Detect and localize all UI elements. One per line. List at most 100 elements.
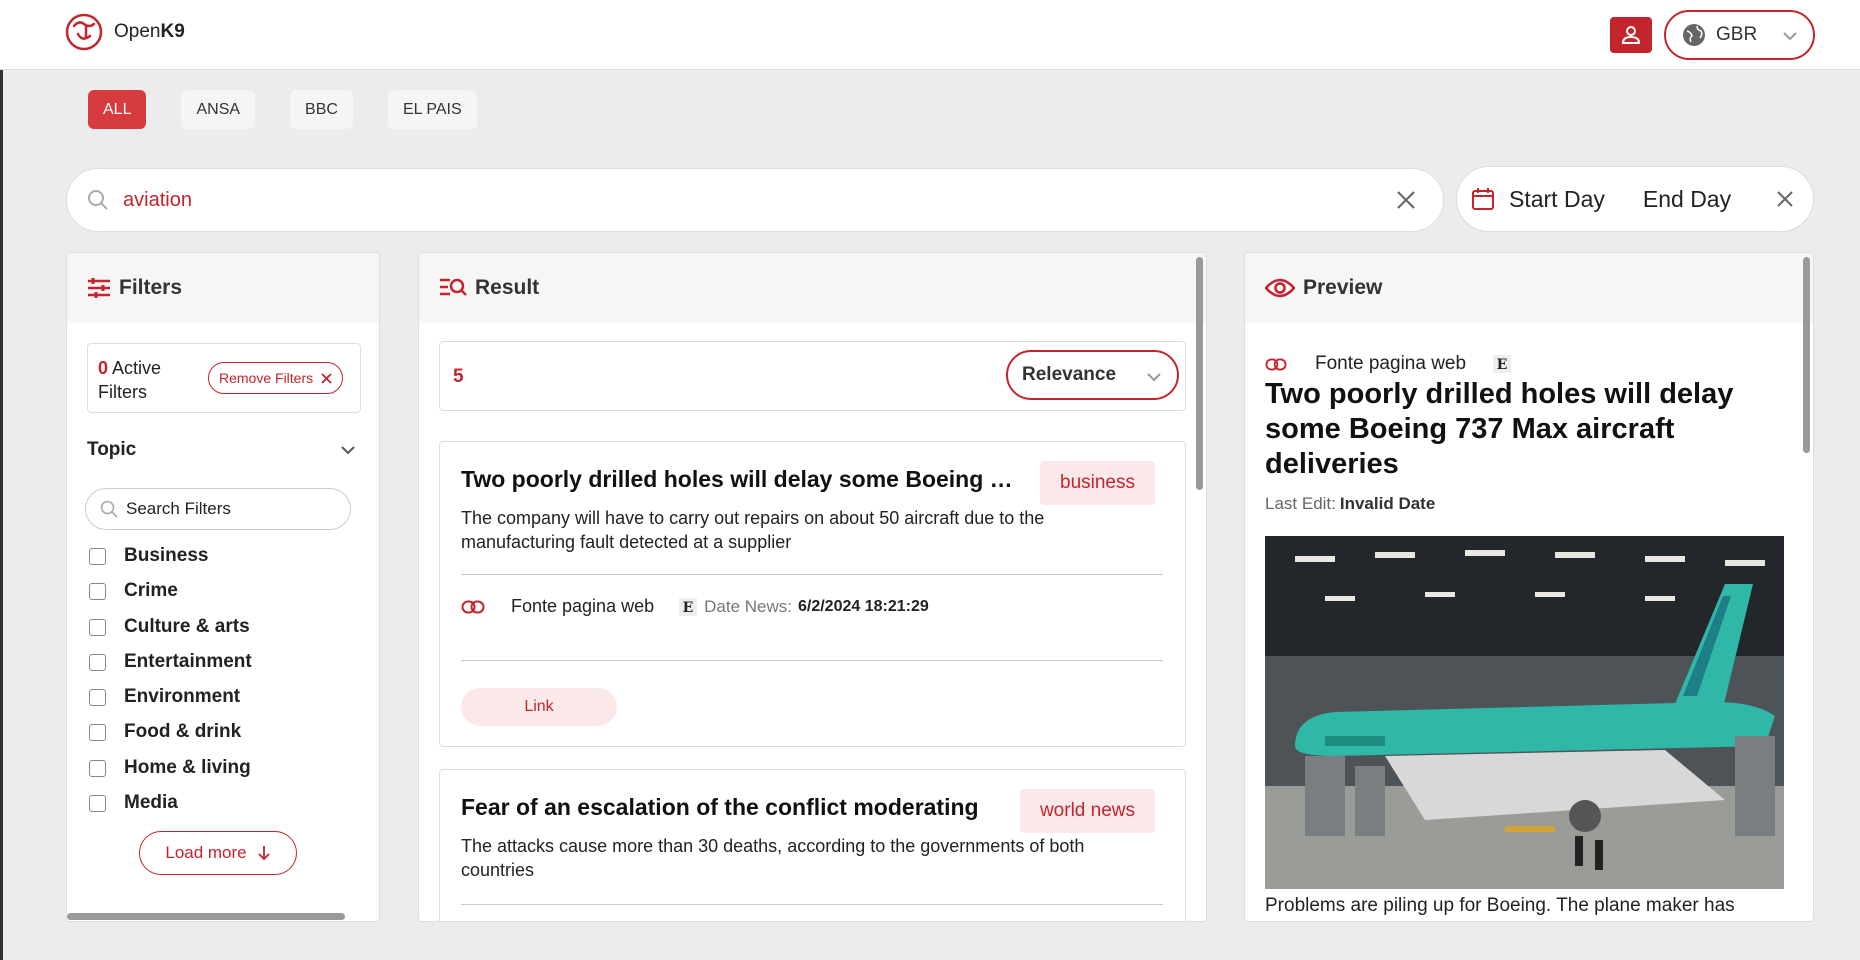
- source-logo-icon: E: [679, 597, 698, 616]
- divider: [461, 904, 1163, 905]
- source-tabs: ALL ANSA BBC EL PAIS: [88, 90, 477, 129]
- checkbox[interactable]: [89, 759, 106, 777]
- user-button[interactable]: [1610, 17, 1652, 53]
- link-icon: [1265, 358, 1287, 370]
- result-count: 5: [453, 366, 464, 387]
- clear-search-icon[interactable]: [1395, 189, 1417, 211]
- aircraft-hangar-image: [1265, 536, 1784, 889]
- checkbox[interactable]: [89, 653, 106, 671]
- checkbox[interactable]: [89, 548, 106, 565]
- card-description: The company will have to carry out repai…: [461, 508, 1045, 552]
- sort-select[interactable]: Relevance: [1006, 350, 1179, 400]
- filters-panel: Filters 0 Active Filters Remove Filters …: [66, 252, 380, 922]
- result-header: Result: [419, 253, 1206, 323]
- topic-item-environment[interactable]: Environment: [89, 686, 252, 721]
- tab-bbc[interactable]: BBC: [290, 90, 353, 129]
- card-title[interactable]: Fear of an escalation of the conflict mo…: [461, 794, 989, 821]
- checkbox[interactable]: [89, 724, 106, 742]
- topic-item-home-living[interactable]: Home & living: [89, 757, 252, 792]
- topic-accordion-header[interactable]: Topic: [87, 439, 357, 461]
- filters-header: Filters: [67, 253, 379, 323]
- result-scrollbar[interactable]: [1196, 257, 1203, 490]
- remove-filters-button[interactable]: Remove Filters: [208, 362, 344, 394]
- topic-item-business[interactable]: Business: [89, 545, 252, 580]
- arrow-down-icon: [258, 846, 270, 861]
- close-icon: [321, 372, 332, 384]
- window-edge: [0, 0, 3, 960]
- language-value: GBR: [1716, 24, 1758, 45]
- result-title: Result: [475, 276, 540, 299]
- preview-source-row: Fonte pagina web E: [1265, 353, 1512, 375]
- topic-title: Topic: [87, 439, 137, 460]
- preview-panel: Preview Fonte pagina web E Two poorly dr…: [1244, 252, 1814, 922]
- filter-search-input[interactable]: [126, 499, 326, 519]
- chevron-down-icon: [1147, 373, 1161, 382]
- tab-all[interactable]: ALL: [88, 90, 147, 129]
- search-icon: [88, 190, 108, 210]
- preview-source: Fonte pagina web: [1315, 353, 1467, 374]
- link-icon: [461, 600, 485, 613]
- topic-item-culture-arts[interactable]: Culture & arts: [89, 616, 252, 651]
- preview-description: Problems are piling up for Boeing. The p…: [1265, 895, 1735, 916]
- globe-icon: [1683, 24, 1705, 46]
- card-topic-tag: world news: [1019, 789, 1155, 833]
- svg-text:E: E: [683, 600, 694, 616]
- card-meta: Fonte pagina web E Date News: 6/2/2024 1…: [461, 596, 929, 617]
- date-label: Date News:: [704, 596, 792, 616]
- topic-item-food-drink[interactable]: Food & drink: [89, 721, 252, 756]
- language-select[interactable]: GBR: [1664, 10, 1815, 60]
- search-bar: [66, 168, 1444, 232]
- filter-search-field: [85, 488, 351, 530]
- link-button[interactable]: Link: [461, 688, 617, 726]
- active-filters-box: 0 Active Filters Remove Filters: [87, 343, 361, 413]
- start-day-field[interactable]: Start Day: [1509, 186, 1605, 213]
- date-value: 6/2/2024 18:21:29: [797, 597, 929, 615]
- tab-el-pais[interactable]: EL PAIS: [387, 90, 477, 129]
- tab-ansa[interactable]: ANSA: [181, 90, 256, 129]
- filters-title: Filters: [119, 276, 183, 299]
- divider: [461, 660, 1163, 661]
- sliders-icon: [88, 278, 110, 298]
- preview-header: Preview: [1245, 253, 1813, 323]
- topic-item-entertainment[interactable]: Entertainment: [89, 651, 252, 686]
- active-filters-text: 0 Active Filters: [98, 358, 162, 402]
- dog-logo-icon: [65, 13, 103, 51]
- result-card[interactable]: Fear of an escalation of the conflict mo…: [439, 769, 1186, 921]
- card-description: The attacks cause more than 30 deaths, a…: [461, 836, 1085, 880]
- logo[interactable]: OpenK9: [64, 12, 185, 52]
- source-logo-icon: E: [1493, 355, 1512, 373]
- horizontal-scrollbar[interactable]: [67, 913, 345, 920]
- divider: [461, 574, 1163, 575]
- date-range-picker: Start Day End Day: [1456, 166, 1814, 232]
- card-title[interactable]: Two poorly drilled holes will delay some…: [461, 466, 1021, 493]
- search-input[interactable]: [123, 188, 1303, 212]
- preview-image: [1265, 536, 1784, 889]
- checkbox[interactable]: [89, 583, 106, 601]
- card-topic-tag: business: [1040, 461, 1155, 505]
- preview-scrollbar[interactable]: [1803, 257, 1810, 453]
- end-day-field[interactable]: End Day: [1643, 186, 1731, 213]
- clear-date-icon[interactable]: [1775, 189, 1795, 209]
- calendar-icon: [1472, 188, 1494, 210]
- topic-list: Business Crime Culture & arts Entertainm…: [89, 545, 252, 827]
- chevron-down-icon: [1783, 32, 1797, 41]
- search-icon: [100, 500, 118, 518]
- card-source: Fonte pagina web: [511, 596, 655, 616]
- checkbox[interactable]: [89, 689, 106, 707]
- preview-article-title: Two poorly drilled holes will delay some…: [1265, 378, 1734, 480]
- preview-title: Preview: [1303, 276, 1383, 299]
- eye-icon: [1265, 278, 1295, 298]
- checkbox[interactable]: [89, 618, 106, 636]
- result-card[interactable]: Two poorly drilled holes will delay some…: [439, 441, 1186, 747]
- user-icon: [1621, 26, 1641, 44]
- topic-item-media[interactable]: Media: [89, 792, 252, 827]
- svg-text:E: E: [1497, 357, 1508, 373]
- checkbox[interactable]: [89, 795, 106, 813]
- logo-text: OpenK9: [114, 21, 185, 42]
- topic-item-crime[interactable]: Crime: [89, 580, 252, 615]
- preview-last-edit: Last Edit: Invalid Date: [1265, 494, 1436, 513]
- load-more-button[interactable]: Load more: [139, 831, 297, 875]
- result-panel: Result 5 Relevance Two poorly drilled ho…: [418, 252, 1207, 922]
- top-bar: OpenK9 GBR: [0, 0, 1860, 70]
- search-results-icon: [440, 278, 467, 296]
